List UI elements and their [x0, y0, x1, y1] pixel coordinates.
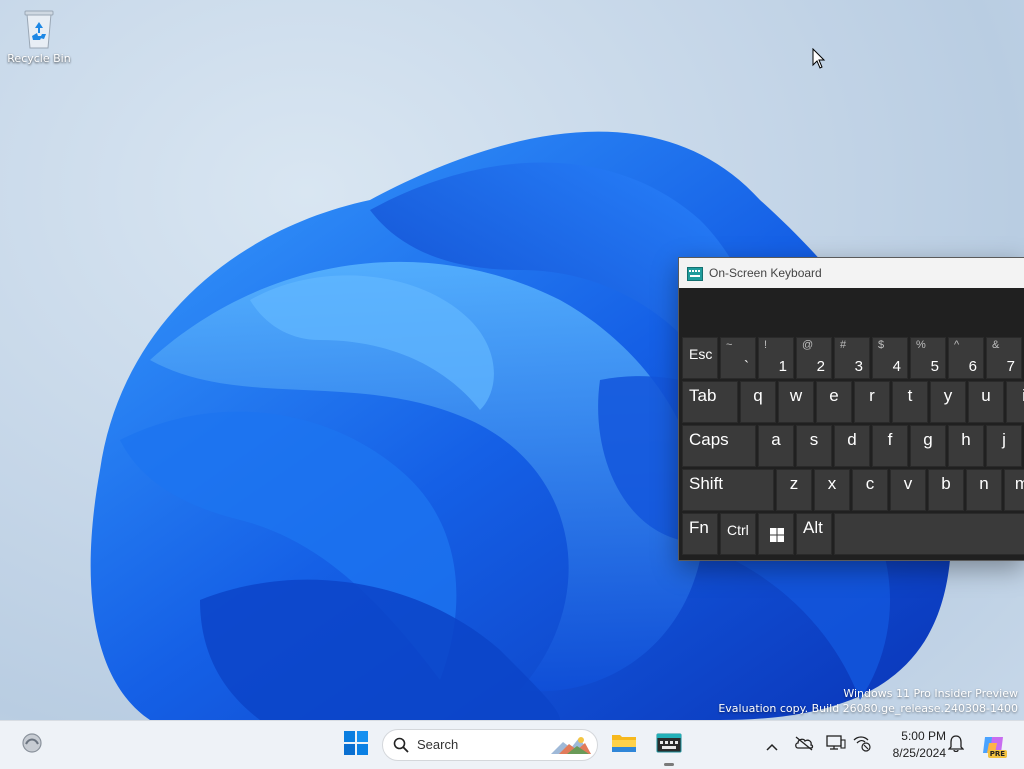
evaluation-watermark: Windows 11 Pro Insider Preview Evaluatio… — [718, 686, 1018, 716]
chevron-up-icon — [766, 736, 778, 755]
show-hidden-icons-button[interactable] — [762, 735, 782, 755]
key-fn[interactable]: Fn — [682, 513, 718, 555]
key-6[interactable]: ^ 6 — [948, 337, 984, 379]
key-w[interactable]: w — [778, 381, 814, 423]
osk-title: On-Screen Keyboard — [709, 266, 822, 280]
copilot-icon: PRE — [981, 733, 1007, 758]
key-windows[interactable] — [758, 513, 794, 555]
on-screen-keyboard-window[interactable]: On-Screen Keyboard Esc ~ ` ! 1 @2 #3 $4 % 5… — [678, 257, 1024, 561]
display-tray-button[interactable] — [826, 735, 846, 755]
copilot-pre-badge: PRE — [987, 750, 1007, 758]
keyboard-icon — [656, 732, 682, 758]
desktop-icon-label: Recycle Bin — [7, 52, 71, 65]
key-y[interactable]: y — [930, 381, 966, 423]
notifications-button[interactable] — [946, 735, 966, 755]
key-1[interactable]: ! 1 — [758, 337, 794, 379]
key-b[interactable]: b — [928, 469, 964, 511]
key-u[interactable]: u — [968, 381, 1004, 423]
key-v[interactable]: v — [890, 469, 926, 511]
key-r[interactable]: r — [854, 381, 890, 423]
on-screen-keyboard-taskbar-button[interactable] — [651, 727, 687, 763]
key-s[interactable]: s — [796, 425, 832, 467]
search-placeholder: Search — [417, 737, 459, 752]
file-explorer-button[interactable] — [606, 727, 642, 763]
network-icon — [852, 734, 872, 756]
recycle-bin-icon — [19, 6, 59, 50]
osk-keys: Esc ~ ` ! 1 @2 #3 $4 % 5 ^ 6 & 7 Tab q w e r … — [679, 288, 1024, 560]
display-icon — [826, 734, 846, 756]
key-7[interactable]: & 7 — [986, 337, 1022, 379]
onedrive-icon — [794, 735, 814, 755]
key-4[interactable]: $4 — [872, 337, 908, 379]
keyboard-icon — [687, 266, 703, 281]
key-t[interactable]: t — [892, 381, 928, 423]
taskbar-clock[interactable]: 5:00 PM 8/25/2024 — [880, 728, 946, 762]
key-shift[interactable]: Shift — [682, 469, 774, 511]
key-space[interactable] — [834, 513, 1024, 555]
widgets-button[interactable] — [14, 727, 50, 763]
key-f[interactable]: f — [872, 425, 908, 467]
key-i[interactable]: i — [1006, 381, 1024, 423]
key-3[interactable]: #3 — [834, 337, 870, 379]
taskbar-search[interactable]: Search — [382, 729, 598, 761]
key-ctrl[interactable]: Ctrl — [720, 513, 756, 555]
mouse-cursor-icon — [812, 48, 826, 69]
search-icon — [393, 737, 409, 757]
key-m[interactable]: m — [1004, 469, 1024, 511]
key-5[interactable]: % 5 — [910, 337, 946, 379]
windows-start-icon — [344, 731, 368, 759]
key-2[interactable]: @2 — [796, 337, 832, 379]
key-h[interactable]: h — [948, 425, 984, 467]
start-button[interactable] — [338, 727, 374, 763]
key-caps[interactable]: Caps — [682, 425, 756, 467]
folder-icon — [611, 732, 637, 758]
key-g[interactable]: g — [910, 425, 946, 467]
key-x[interactable]: x — [814, 469, 850, 511]
osk-title-bar[interactable]: On-Screen Keyboard — [679, 258, 1024, 288]
desktop-icon-recycle-bin[interactable]: Recycle Bin — [6, 6, 72, 65]
key-alt[interactable]: Alt — [796, 513, 832, 555]
key-esc[interactable]: Esc — [682, 337, 718, 379]
key-e[interactable]: e — [816, 381, 852, 423]
key-backtick[interactable]: ~ ` — [720, 337, 756, 379]
active-app-indicator — [664, 763, 674, 766]
bell-icon — [947, 734, 965, 756]
key-j[interactable]: j — [986, 425, 1022, 467]
key-a[interactable]: a — [758, 425, 794, 467]
key-d[interactable]: d — [834, 425, 870, 467]
watermark-line-1: Windows 11 Pro Insider Preview — [843, 687, 1018, 700]
clock-time: 5:00 PM — [901, 729, 946, 743]
key-tab[interactable]: Tab — [682, 381, 738, 423]
network-tray-button[interactable] — [852, 735, 872, 755]
copilot-button[interactable]: PRE — [980, 732, 1007, 758]
key-c[interactable]: c — [852, 469, 888, 511]
onedrive-tray-button[interactable] — [794, 735, 814, 755]
widgets-icon — [21, 732, 43, 758]
key-n[interactable]: n — [966, 469, 1002, 511]
key-z[interactable]: z — [776, 469, 812, 511]
watermark-line-2: Evaluation copy. Build 26080.ge_release.… — [718, 702, 1018, 715]
search-highlight-icon — [549, 734, 593, 762]
windows-logo-icon — [770, 527, 784, 546]
taskbar: Search 5:00 PM 8/25/2024 PRE — [0, 720, 1024, 769]
clock-date: 8/25/2024 — [892, 746, 946, 760]
key-q[interactable]: q — [740, 381, 776, 423]
